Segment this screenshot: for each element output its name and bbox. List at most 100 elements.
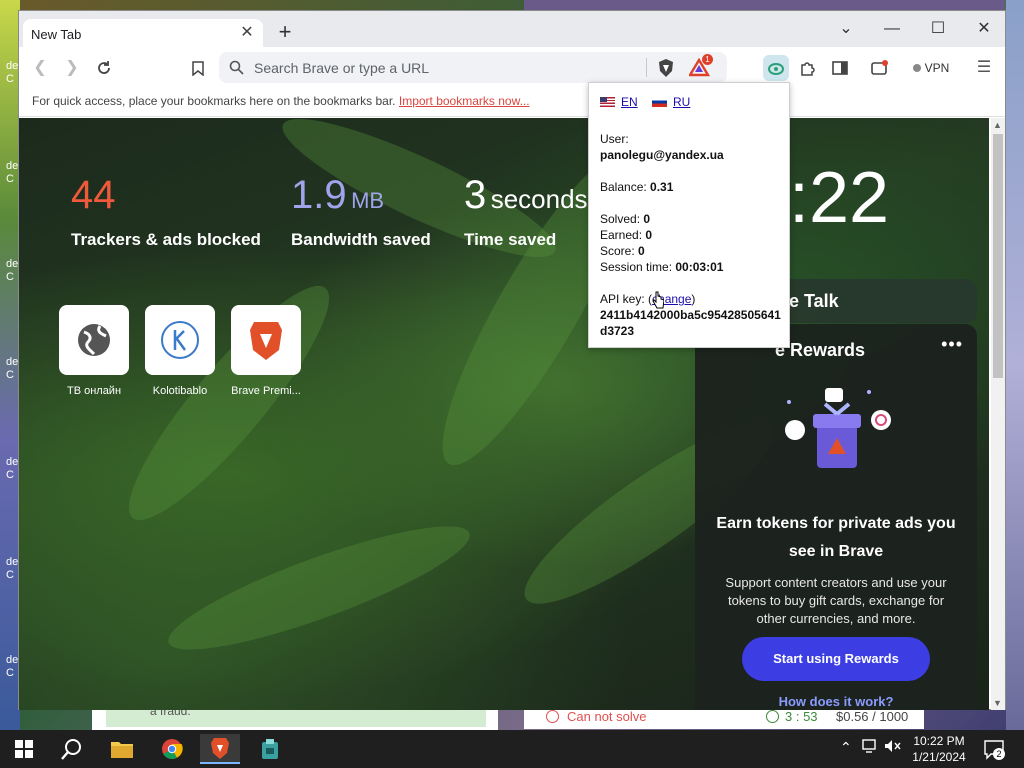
desktop-icon-label[interactable]: C — [6, 569, 14, 582]
notification-badge: 1 — [702, 54, 713, 65]
trackers-value: 44 — [71, 173, 116, 217]
top-site-tile[interactable] — [231, 305, 301, 375]
score-row: Score: 0 — [600, 243, 645, 259]
start-rewards-button[interactable]: Start using Rewards — [742, 637, 930, 681]
new-tab-button[interactable]: + — [273, 21, 297, 45]
notification-count: 2 — [993, 748, 1005, 760]
browser-toolbar: ❮ ❯ Search Brave or type a URL 1 VPN ☰ — [19, 47, 1005, 87]
tab-search-chevron-icon[interactable]: ⌄ — [823, 15, 869, 43]
desktop-icon-label[interactable]: C — [6, 369, 14, 382]
close-tab-icon[interactable]: ✕ — [237, 23, 257, 43]
desktop-wallpaper-right — [1006, 0, 1024, 730]
network-icon[interactable] — [862, 739, 878, 756]
app-taskbar-icon[interactable] — [250, 734, 290, 764]
captcha-extension-icon[interactable] — [763, 55, 789, 81]
scroll-down-icon[interactable]: ▼ — [993, 698, 1002, 708]
new-tab-page: 44 Trackers & ads blocked 1.9 MB Bandwid… — [19, 118, 989, 710]
desktop-icon-label[interactable]: C — [6, 173, 14, 186]
lang-en-label: EN — [621, 95, 638, 109]
system-clock[interactable]: 10:22 PM 1/21/2024 — [906, 733, 972, 765]
bookmark-icon[interactable] — [185, 55, 211, 81]
cannot-solve-button[interactable]: Can not solve — [546, 709, 647, 724]
solved-row: Solved: 0 — [600, 211, 650, 227]
earned-value: 0 — [645, 228, 653, 242]
time-value: 3 — [464, 173, 487, 217]
notifications-button[interactable]: 2 — [983, 738, 1005, 765]
globe-icon — [78, 324, 110, 356]
clock-time: 10:22 PM — [913, 734, 965, 748]
menu-icon[interactable]: ☰ — [971, 55, 997, 81]
captcha-extension-popup: EN RU User: panolegu@yandex.ua Balance: … — [588, 82, 790, 348]
underlying-window-status: Can not solve 3 : 53 $0.56 / 1000 — [524, 707, 924, 729]
background-window-edge — [524, 0, 1004, 10]
desktop-icon-label[interactable]: de — [6, 556, 18, 569]
balance-label: Balance: — [600, 180, 647, 194]
minimize-button[interactable]: — — [869, 15, 915, 43]
close-window-button[interactable]: ✕ — [961, 15, 1007, 43]
bookmarks-bar: For quick access, place your bookmarks h… — [19, 87, 1005, 117]
bookmarks-prompt: For quick access, place your bookmarks h… — [32, 94, 396, 108]
rewards-heading: Earn tokens for private ads you see in B… — [716, 515, 956, 560]
rewards-gift-illustration — [785, 388, 891, 468]
brave-taskbar-icon[interactable] — [200, 734, 240, 764]
rewards-description: Support content creators and use your to… — [725, 575, 947, 626]
wallet-icon[interactable] — [867, 55, 893, 81]
solved-label: Solved: — [600, 212, 641, 226]
import-bookmarks-link[interactable]: Import bookmarks now... — [399, 94, 530, 108]
desktop-icon-label[interactable]: de — [6, 160, 18, 173]
tray-chevron-icon[interactable]: ⌃ — [840, 739, 852, 756]
lang-ru-link[interactable]: RU — [652, 95, 690, 109]
back-icon[interactable]: ❮ — [27, 55, 53, 81]
scroll-up-icon[interactable]: ▲ — [993, 120, 1002, 130]
how-it-works-link[interactable]: How does it work? — [715, 694, 957, 709]
desktop-icon-label[interactable]: de — [6, 258, 18, 271]
score-label: Score: — [600, 244, 635, 258]
address-bar[interactable]: Search Brave or type a URL — [219, 52, 727, 83]
desktop-icon-label[interactable]: C — [6, 667, 14, 680]
trackers-stat: 44 Trackers & ads blocked — [71, 170, 261, 249]
fern-decoration — [158, 505, 480, 671]
top-site-tile[interactable] — [59, 305, 129, 375]
vpn-status-dot — [912, 64, 921, 72]
hand-cursor-icon — [652, 291, 664, 309]
start-button[interactable] — [4, 734, 44, 764]
sidebar-toggle-icon[interactable] — [827, 55, 853, 81]
earned-label: Earned: — [600, 228, 643, 242]
us-flag-icon — [600, 97, 615, 107]
browser-window: New Tab ✕ + ⌄ — ☐ ✕ ❮ ❯ Search Brave or … — [18, 10, 1006, 710]
lang-en-link[interactable]: EN — [600, 95, 638, 109]
volume-muted-icon[interactable] — [884, 739, 902, 756]
forward-icon[interactable]: ❯ — [59, 55, 85, 81]
tab-new-tab[interactable]: New Tab ✕ — [23, 19, 263, 49]
chrome-taskbar-icon[interactable] — [152, 734, 192, 764]
search-button[interactable] — [52, 734, 92, 764]
reload-icon[interactable] — [91, 55, 117, 81]
vpn-button[interactable]: VPN — [905, 55, 957, 81]
desktop-icon-label[interactable]: de — [6, 60, 18, 73]
maximize-button[interactable]: ☐ — [915, 15, 961, 43]
page-scrollbar[interactable]: ▲ ▼ — [991, 118, 1005, 710]
user-label: User: — [600, 132, 629, 146]
extensions-puzzle-icon[interactable] — [795, 55, 821, 81]
more-options-icon[interactable]: ••• — [941, 334, 963, 355]
scroll-thumb[interactable] — [993, 134, 1003, 378]
desktop-icon-label[interactable]: de — [6, 456, 18, 469]
talk-title: e Talk — [789, 291, 839, 311]
brave-shields-icon[interactable] — [653, 55, 679, 81]
desktop-icon-label[interactable]: de — [6, 654, 18, 667]
desktop-icon-label[interactable]: de — [6, 356, 18, 369]
file-explorer-taskbar-icon[interactable] — [102, 734, 142, 764]
tab-bar: New Tab ✕ + ⌄ — ☐ ✕ — [19, 11, 1007, 49]
fern-decoration — [105, 265, 353, 541]
clock-display: :22 — [789, 158, 890, 238]
user-value: panolegu@yandex.ua — [600, 148, 724, 162]
desktop-icon-label[interactable]: C — [6, 469, 14, 482]
desktop-icon-label[interactable]: C — [6, 73, 14, 86]
time-stat: 3 seconds Time saved — [464, 170, 588, 249]
score-value: 0 — [638, 244, 645, 258]
top-site-label: Brave Premi... — [231, 385, 301, 397]
brave-rewards-icon[interactable]: 1 — [687, 54, 713, 81]
top-site-tile[interactable] — [145, 305, 215, 375]
session-label: Session time: — [600, 260, 673, 274]
desktop-icon-label[interactable]: C — [6, 271, 14, 284]
